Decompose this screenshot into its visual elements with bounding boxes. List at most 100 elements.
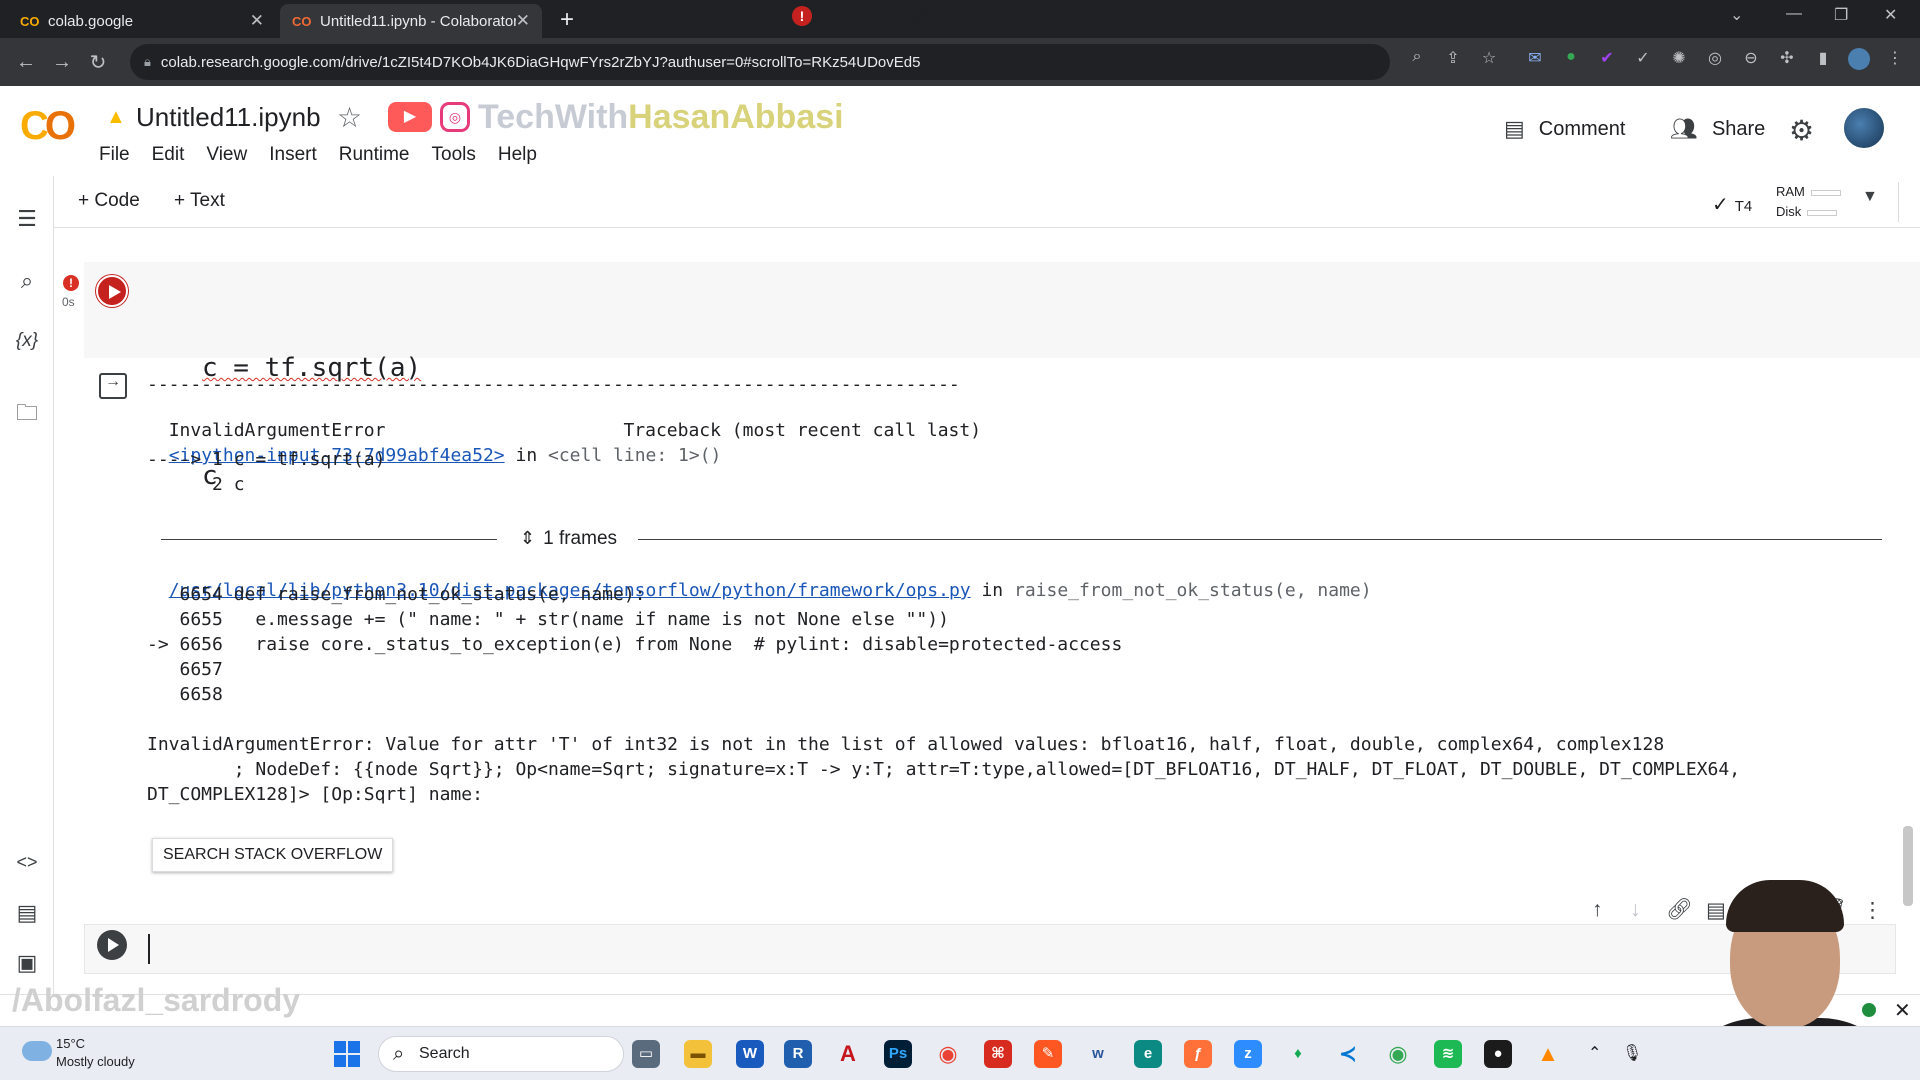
reload-icon[interactable]: ↻ [80, 50, 116, 75]
forward-icon[interactable]: → [44, 51, 80, 74]
firefox-icon[interactable]: ƒ [1184, 1040, 1212, 1068]
frame-line-6656: -> 6656 raise core._status_to_exception(… [147, 634, 1123, 655]
runtime-status[interactable]: ✓ T4 [1712, 192, 1752, 217]
terminal-icon[interactable]: ▣ [12, 950, 42, 976]
run-cell-button[interactable] [96, 275, 128, 307]
extension-grammarly-icon[interactable]: ● [1560, 48, 1582, 70]
frames-toggle[interactable]: ⇕ 1 frames [520, 528, 617, 550]
expand-collapse-icon: ⇕ [520, 528, 536, 548]
menu-view[interactable]: View [206, 144, 247, 166]
minimize-icon[interactable]: — [1786, 5, 1802, 23]
people-icon: 👥︎ [1670, 116, 1698, 141]
pdf-icon[interactable]: ⌘ [984, 1040, 1012, 1068]
profile-avatar-icon[interactable] [1848, 48, 1870, 70]
windows-start-icon[interactable] [334, 1041, 360, 1067]
status-error-icon[interactable]: ! [792, 6, 812, 26]
table-of-contents-icon[interactable]: ☰ [12, 206, 42, 232]
weather-widget[interactable]: 15°C Mostly cloudy [56, 1035, 135, 1071]
command-palette-icon[interactable]: ▤ [12, 900, 42, 926]
account-avatar[interactable] [1842, 106, 1886, 150]
menu-file[interactable]: File [99, 144, 130, 166]
share-page-icon[interactable]: ⇪ [1442, 48, 1464, 70]
empty-code-cell[interactable] [84, 924, 1896, 974]
colab-logo[interactable]: CO [20, 104, 76, 149]
bookmark-star-icon[interactable]: ☆ [1478, 48, 1500, 70]
extension-check-icon[interactable]: ✔ [1596, 48, 1618, 70]
notebook-toolbar: + Code + Text ✓ T4 RAM Disk ▼ ⌃ [54, 176, 1920, 228]
spotify-icon[interactable]: ≋ [1434, 1040, 1462, 1068]
taskbar-search[interactable]: Search [378, 1036, 624, 1072]
move-cell-up-icon[interactable]: ↑ [1592, 898, 1603, 922]
extension-atom-icon[interactable]: ✺ [1668, 48, 1690, 70]
word-icon[interactable]: W [736, 1040, 764, 1068]
search-icon[interactable]: ⌕ [12, 268, 42, 294]
browser-menu-icon[interactable]: ⋮ [1884, 48, 1906, 70]
photoshop-icon[interactable]: Ps [884, 1040, 912, 1068]
edge-icon[interactable]: e [1134, 1040, 1162, 1068]
file-explorer-icon[interactable]: ▬ [684, 1040, 712, 1068]
new-tab-icon[interactable]: + [560, 6, 574, 34]
menu-insert[interactable]: Insert [269, 144, 317, 166]
run-cell-button-2[interactable] [97, 930, 127, 960]
extension-tick-icon[interactable]: ✓ [1632, 48, 1654, 70]
microphone-icon[interactable]: 🎙︎ [1622, 1043, 1642, 1063]
restore-icon[interactable]: ❐ [1834, 5, 1848, 25]
close-window-icon[interactable]: ✕ [1884, 5, 1897, 25]
pen-app-icon[interactable]: ✎ [1034, 1040, 1062, 1068]
connected-check-icon: ✓ [1712, 194, 1729, 216]
add-code-button[interactable]: + Code [78, 190, 140, 212]
search-stack-overflow-button[interactable]: SEARCH STACK OVERFLOW [152, 838, 394, 872]
acrobat-icon[interactable]: A [834, 1040, 862, 1068]
comment-button[interactable]: ▤ Comment [1504, 116, 1626, 142]
collapse-header-icon[interactable]: ⌃ [1916, 186, 1920, 212]
github-icon[interactable]: ● [1484, 1040, 1512, 1068]
zoom-icon[interactable]: ⌕ [1406, 48, 1428, 70]
settings-gear-icon[interactable]: ⚙ [1789, 114, 1814, 147]
error-message-1: InvalidArgumentError: Value for attr 'T'… [147, 734, 1665, 755]
output-actions-icon[interactable] [99, 373, 127, 399]
files-folder-icon[interactable]: 🗀︎ [12, 396, 42, 434]
vlc-icon[interactable]: ▲ [1534, 1040, 1562, 1068]
extensions-puzzle-icon[interactable]: ✣ [1776, 48, 1798, 70]
variables-icon[interactable]: {x} [12, 330, 42, 352]
comment-label: Comment [1538, 117, 1626, 140]
traceback-code-2: 2 c [147, 474, 245, 495]
toolbar-divider [1898, 182, 1899, 222]
menu-help[interactable]: Help [498, 144, 537, 166]
runtime-dropdown-icon[interactable]: ▼ [1862, 188, 1878, 206]
menu-tools[interactable]: Tools [432, 144, 476, 166]
tab-search-icon[interactable]: ⌄ [1730, 5, 1743, 25]
tab-colab-google[interactable]: CO colab.google ✕ [8, 4, 276, 38]
taskview-icon[interactable]: ▭ [632, 1040, 660, 1068]
extension-mail-icon[interactable]: ✉ [1524, 48, 1546, 70]
add-text-button[interactable]: + Text [174, 190, 225, 212]
side-panel-icon[interactable]: ▮ [1812, 48, 1834, 70]
frame-line-6655: 6655 e.message += (" name: " + str(name … [147, 609, 949, 630]
menu-edit[interactable]: Edit [152, 144, 185, 166]
r-app-icon[interactable]: R [784, 1040, 812, 1068]
url-bar[interactable]: 🔒︎ colab.research.google.com/drive/1cZI5… [130, 44, 1390, 80]
tab-untitled11[interactable]: CO Untitled11.ipynb - Colaboratory ✕ [280, 4, 542, 38]
back-icon[interactable]: ← [8, 51, 44, 74]
tray-overflow-icon[interactable]: ⌃ [1588, 1043, 1601, 1063]
extension-vpn-icon[interactable]: ⊖ [1740, 48, 1762, 70]
extension-target-icon[interactable]: ◎ [1704, 48, 1726, 70]
close-tab-icon[interactable]: ✕ [516, 11, 530, 31]
resource-meter[interactable]: RAM Disk [1776, 182, 1841, 222]
menu-runtime[interactable]: Runtime [339, 144, 410, 166]
move-cell-down-icon[interactable]: ↓ [1630, 898, 1641, 922]
vscode-icon[interactable]: ≺ [1334, 1040, 1362, 1068]
close-tab-icon[interactable]: ✕ [250, 11, 264, 31]
word-alt-icon[interactable]: w [1084, 1040, 1112, 1068]
star-icon[interactable]: ☆ [337, 101, 362, 134]
code-snippets-icon[interactable]: <> [12, 852, 42, 873]
chrome-active-icon[interactable]: ◉ [1384, 1040, 1412, 1068]
mongodb-icon[interactable]: ♦ [1284, 1040, 1312, 1068]
comment-icon: ▤ [1504, 116, 1525, 141]
notebook-title[interactable]: Untitled11.ipynb [136, 102, 321, 133]
in-keyword: in [504, 445, 548, 466]
share-button[interactable]: 👥︎ Share [1670, 116, 1765, 142]
zoom-app-icon[interactable]: z [1234, 1040, 1262, 1068]
chrome-icon[interactable]: ◉ [934, 1040, 962, 1068]
colab-header: CO ▲ Untitled11.ipynb ☆ ▶ ◎ TechWithHasa… [0, 86, 1920, 176]
